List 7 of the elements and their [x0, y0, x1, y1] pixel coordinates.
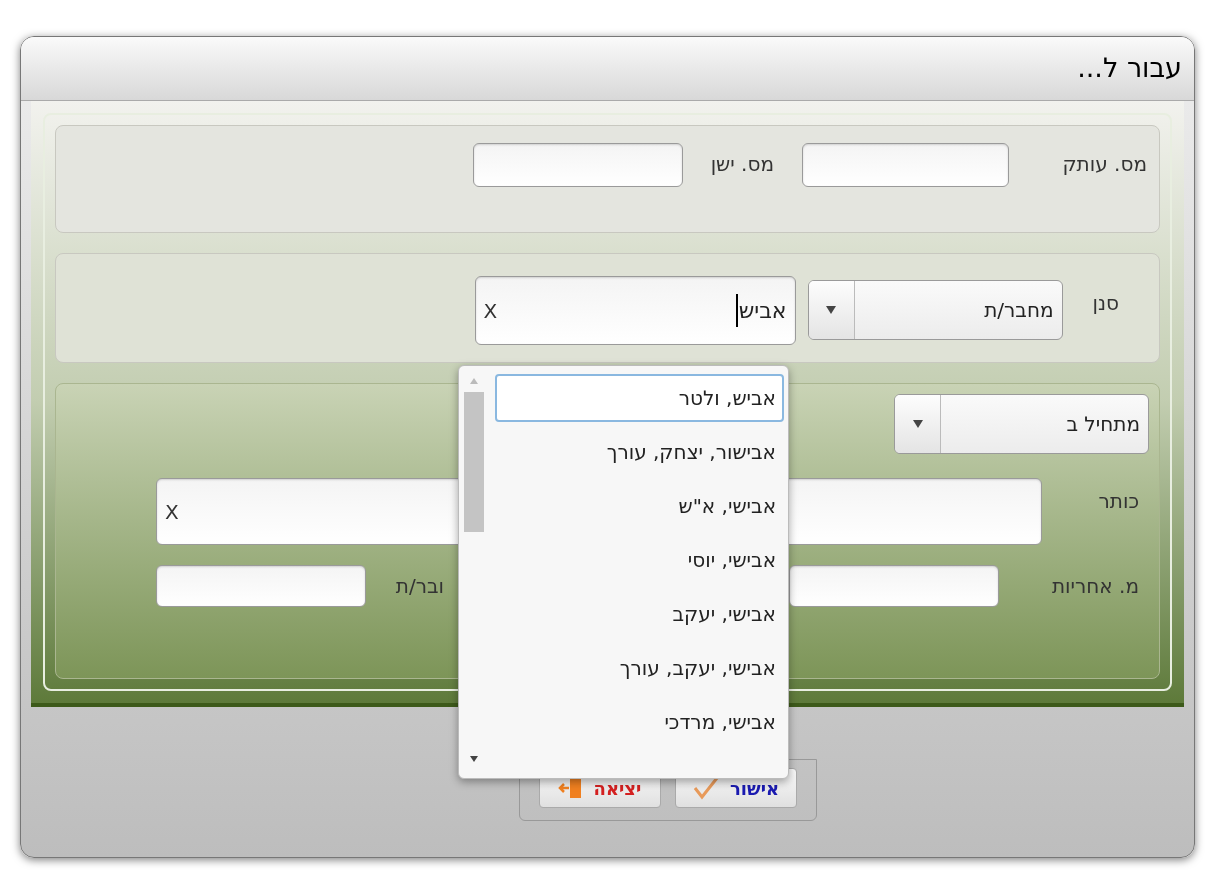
field-label: ובר/ת: [395, 573, 444, 600]
window-title: עבור ל...: [1077, 51, 1182, 86]
field-label: מס. ישן: [710, 151, 774, 178]
field-label: סנן: [1092, 290, 1119, 317]
field-label: כותר: [1097, 488, 1139, 515]
field-label: מס. עותק: [1061, 151, 1147, 178]
field-label: מ. אחריות: [1050, 573, 1139, 600]
